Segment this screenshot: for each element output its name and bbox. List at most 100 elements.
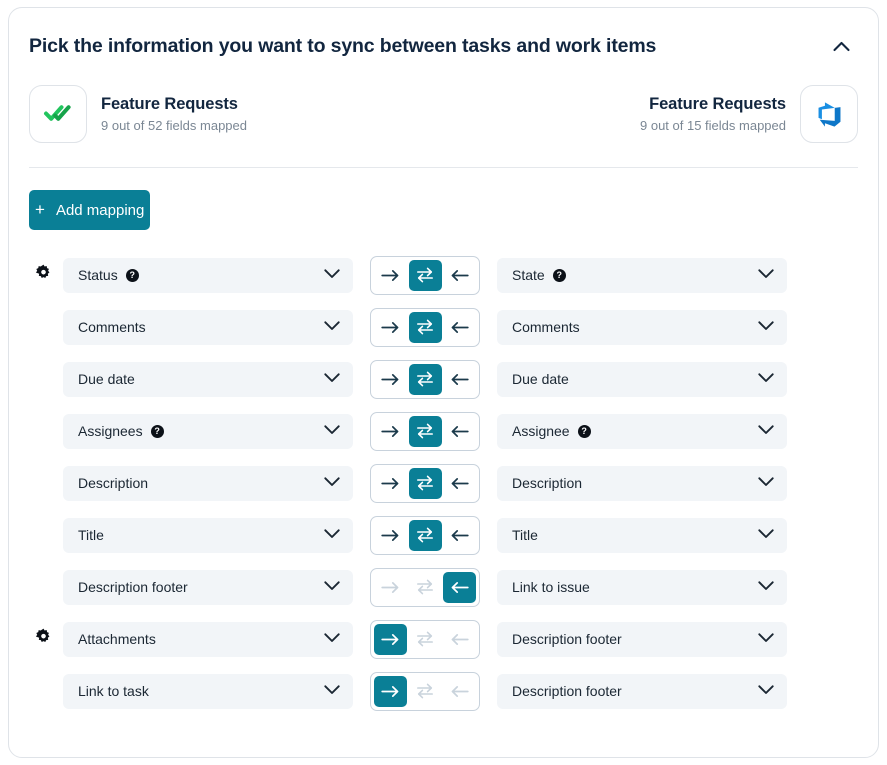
direction-left-button[interactable] bbox=[443, 260, 476, 291]
arrow-right-icon bbox=[381, 425, 400, 438]
direction-left-button[interactable] bbox=[443, 364, 476, 395]
left-field-select[interactable]: Attachments bbox=[63, 621, 353, 657]
direction-right-button[interactable] bbox=[374, 468, 407, 499]
help-icon[interactable]: ? bbox=[125, 268, 139, 282]
card-header: Pick the information you want to sync be… bbox=[9, 8, 878, 62]
mapping-row: Description Description bbox=[29, 457, 858, 509]
direction-toggle-group[interactable] bbox=[370, 619, 480, 659]
chevron-down-icon bbox=[758, 318, 774, 336]
right-field-label-wrap: Comments bbox=[512, 319, 580, 335]
direction-right-button[interactable] bbox=[374, 623, 407, 655]
chevron-down-icon bbox=[324, 370, 340, 388]
direction-left-button[interactable] bbox=[443, 676, 476, 707]
direction-left-button[interactable] bbox=[443, 312, 476, 343]
left-field-select[interactable]: Description footer bbox=[63, 569, 353, 605]
direction-toggle-group[interactable] bbox=[370, 359, 480, 399]
left-field-select[interactable]: Comments bbox=[63, 309, 353, 345]
left-field-label-wrap: Attachments bbox=[78, 631, 156, 647]
left-field-select[interactable]: Title bbox=[63, 517, 353, 553]
collapse-section-button[interactable] bbox=[826, 32, 856, 62]
arrow-left-icon bbox=[450, 529, 469, 542]
direction-both-button[interactable] bbox=[408, 519, 442, 551]
arrow-right-icon bbox=[381, 373, 400, 386]
arrow-right-icon bbox=[381, 633, 400, 646]
direction-left-button[interactable] bbox=[443, 624, 476, 655]
left-field-select[interactable]: Status ? bbox=[63, 257, 353, 293]
direction-both-button[interactable] bbox=[409, 572, 442, 603]
direction-right-button[interactable] bbox=[374, 260, 407, 291]
left-field-select[interactable]: Description bbox=[63, 465, 353, 501]
chevron-down-icon bbox=[324, 578, 340, 596]
direction-right-button[interactable] bbox=[374, 312, 407, 343]
right-field-select[interactable]: Description bbox=[497, 465, 787, 501]
mapping-list: Status ? State ? Comments Comments Due d… bbox=[9, 249, 878, 717]
right-field-select[interactable]: Link to issue bbox=[497, 569, 787, 605]
mapping-row: Due date Due date bbox=[29, 353, 858, 405]
right-field-select[interactable]: Description footer bbox=[497, 673, 787, 709]
direction-left-button[interactable] bbox=[443, 571, 476, 603]
help-icon[interactable]: ? bbox=[552, 268, 566, 282]
chevron-down-icon bbox=[758, 630, 774, 648]
arrow-left-icon bbox=[450, 425, 469, 438]
arrows-bidirectional-icon bbox=[416, 683, 434, 699]
mapping-row: Title Title bbox=[29, 509, 858, 561]
right-field-name: Description footer bbox=[512, 631, 622, 647]
direction-right-button[interactable] bbox=[374, 675, 407, 707]
right-field-select[interactable]: Description footer bbox=[497, 621, 787, 657]
right-field-select[interactable]: State ? bbox=[497, 257, 787, 293]
direction-right-button[interactable] bbox=[374, 572, 407, 603]
direction-both-button[interactable] bbox=[408, 259, 442, 291]
arrow-left-icon bbox=[450, 581, 469, 594]
arrow-right-icon bbox=[381, 685, 400, 698]
direction-right-button[interactable] bbox=[374, 520, 407, 551]
left-field-label-wrap: Description footer bbox=[78, 579, 188, 595]
direction-both-button[interactable] bbox=[408, 311, 442, 343]
add-mapping-label: Add mapping bbox=[55, 201, 145, 219]
direction-toggle-group[interactable] bbox=[370, 255, 480, 295]
mapping-settings-button[interactable] bbox=[29, 264, 63, 286]
left-field-select[interactable]: Assignees ? bbox=[63, 413, 353, 449]
direction-both-button[interactable] bbox=[409, 624, 442, 655]
direction-both-button[interactable] bbox=[409, 676, 442, 707]
right-field-name: Due date bbox=[512, 371, 569, 387]
left-field-select[interactable]: Due date bbox=[63, 361, 353, 397]
direction-left-button[interactable] bbox=[443, 520, 476, 551]
help-icon[interactable]: ? bbox=[150, 424, 164, 438]
chevron-down-icon bbox=[758, 266, 774, 284]
direction-toggle-group[interactable] bbox=[370, 307, 480, 347]
direction-toggle-group[interactable] bbox=[370, 463, 480, 503]
chevron-down-icon bbox=[324, 422, 340, 440]
right-field-select[interactable]: Assignee ? bbox=[497, 413, 787, 449]
right-field-label-wrap: Description footer bbox=[512, 683, 622, 699]
chevron-down-icon bbox=[324, 474, 340, 492]
direction-both-button[interactable] bbox=[408, 363, 442, 395]
left-field-select[interactable]: Link to task bbox=[63, 673, 353, 709]
mapping-settings-button[interactable] bbox=[29, 628, 63, 650]
right-field-select[interactable]: Title bbox=[497, 517, 787, 553]
arrows-bidirectional-icon bbox=[416, 371, 434, 387]
direction-right-button[interactable] bbox=[374, 364, 407, 395]
right-field-select[interactable]: Due date bbox=[497, 361, 787, 397]
add-mapping-button[interactable]: + Add mapping bbox=[29, 190, 151, 230]
chevron-down-icon bbox=[324, 630, 340, 648]
direction-toggle-group[interactable] bbox=[370, 411, 480, 451]
left-field-label-wrap: Comments bbox=[78, 319, 146, 335]
arrows-bidirectional-icon bbox=[416, 579, 434, 595]
gear-icon[interactable] bbox=[35, 628, 52, 650]
direction-both-button[interactable] bbox=[408, 415, 442, 447]
direction-toggle-group[interactable] bbox=[370, 515, 480, 555]
right-field-select[interactable]: Comments bbox=[497, 309, 787, 345]
arrow-right-icon bbox=[381, 529, 400, 542]
chevron-down-icon bbox=[324, 266, 340, 284]
direction-toggle-group[interactable] bbox=[370, 567, 480, 607]
direction-right-button[interactable] bbox=[374, 416, 407, 447]
arrows-bidirectional-icon bbox=[416, 527, 434, 543]
direction-both-button[interactable] bbox=[408, 467, 442, 499]
help-icon[interactable]: ? bbox=[577, 424, 591, 438]
direction-left-button[interactable] bbox=[443, 468, 476, 499]
gear-icon[interactable] bbox=[35, 264, 52, 286]
direction-toggle-group[interactable] bbox=[370, 671, 480, 711]
section-divider bbox=[29, 167, 858, 168]
direction-left-button[interactable] bbox=[443, 416, 476, 447]
source-connector: Feature Requests 9 out of 52 fields mapp… bbox=[29, 85, 247, 143]
